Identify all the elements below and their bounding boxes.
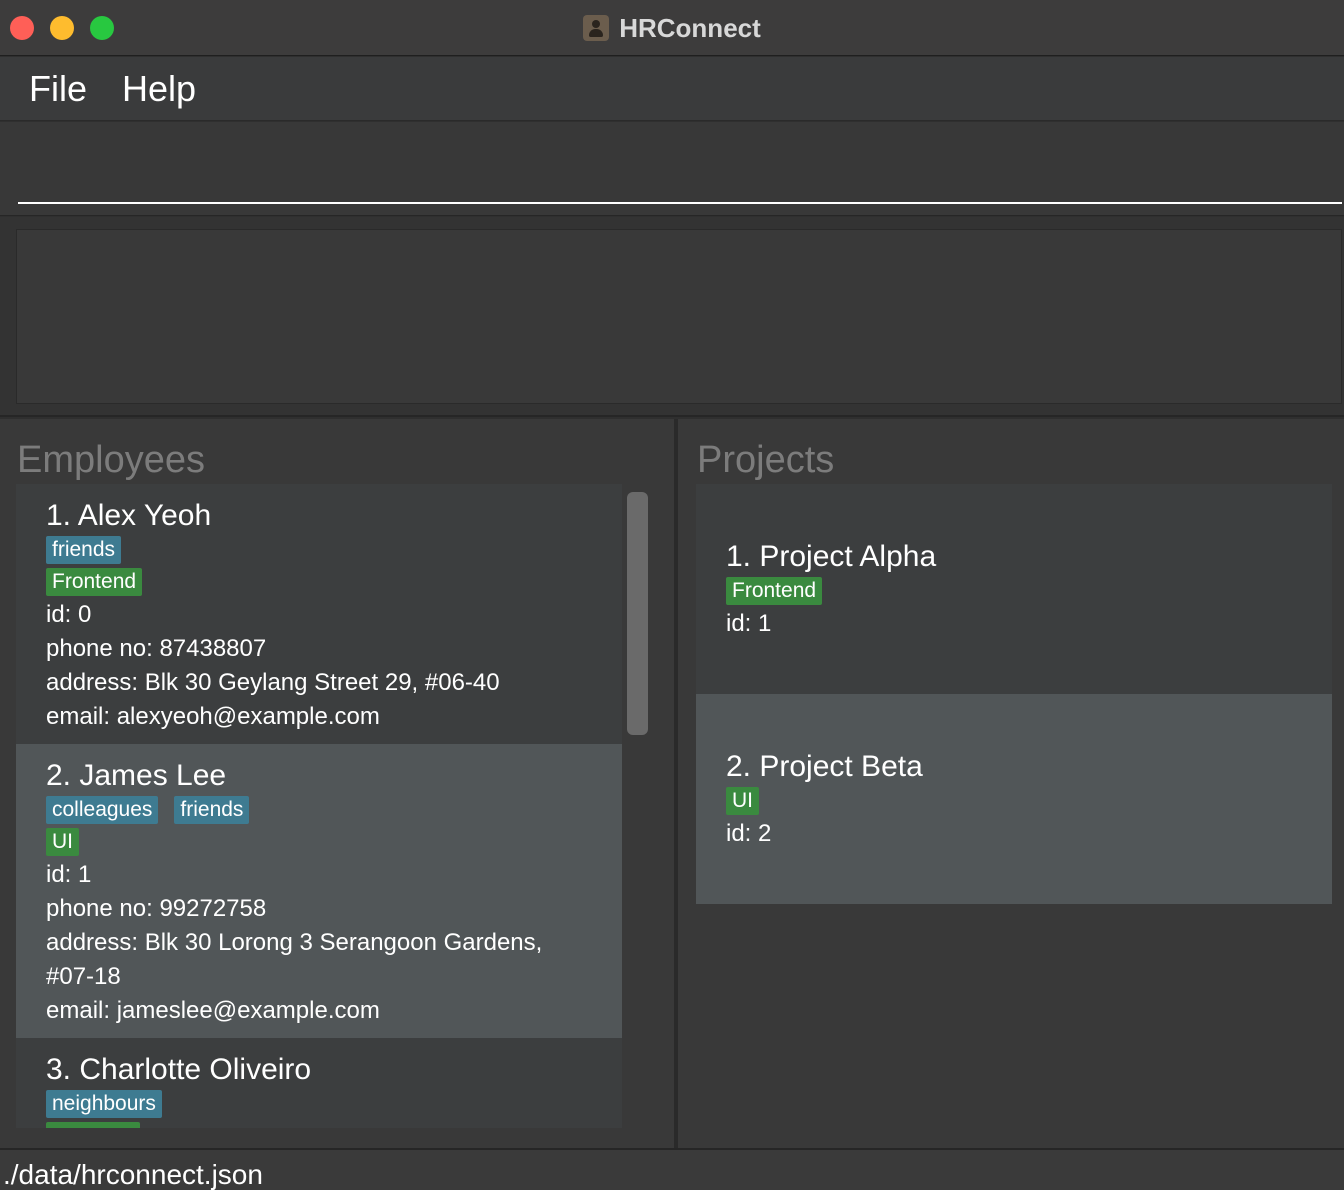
status-bar: ./data/hrconnect.json	[0, 1148, 1344, 1190]
employee-email: email: jameslee@example.com	[46, 997, 380, 1024]
role-label	[46, 1122, 140, 1128]
projects-title: Projects	[697, 439, 835, 481]
title-bar: HRConnect	[0, 0, 1344, 56]
employee-name: 1. Alex Yeoh	[46, 499, 212, 532]
employee-address-continued: #07-18	[46, 963, 121, 990]
project-name: 2. Project Beta	[726, 750, 923, 783]
employee-email: email: alexyeoh@example.com	[46, 703, 380, 730]
role-label: Frontend	[46, 568, 143, 596]
employee-list-scrollbar[interactable]	[627, 492, 648, 735]
project-role: Frontend	[726, 577, 1302, 605]
employee-tags: friends	[46, 536, 592, 564]
role-label: UI	[46, 828, 79, 856]
employee-role: UI	[46, 828, 592, 856]
employees-panel: Employees 1. Alex Yeoh friends Frontend …	[0, 419, 674, 1148]
employee-name: 2. James Lee	[46, 759, 227, 792]
employee-name: 3. Charlotte Oliveiro	[46, 1053, 312, 1086]
employee-tags: neighbours	[46, 1090, 592, 1118]
project-id: id: 1	[726, 610, 772, 637]
window-title: HRConnect	[619, 12, 761, 43]
tag-label: neighbours	[46, 1090, 162, 1118]
tag-label: colleagues	[46, 796, 159, 824]
command-input[interactable]	[18, 122, 1342, 204]
project-name: 1. Project Alpha	[726, 540, 937, 573]
employee-card[interactable]: 3. Charlotte Oliveiro neighbours	[16, 1038, 622, 1128]
project-id: id: 2	[726, 820, 772, 847]
window-title-group: HRConnect	[0, 0, 1344, 56]
menu-help[interactable]: Help	[122, 67, 196, 111]
employee-phone: phone no: 87438807	[46, 635, 267, 662]
project-role: UI	[726, 787, 1302, 815]
project-card[interactable]: 2. Project Beta UI id: 2	[696, 694, 1332, 904]
result-display-area	[0, 217, 1344, 417]
project-card[interactable]: 1. Project Alpha Frontend id: 1	[696, 484, 1332, 694]
result-display[interactable]	[16, 229, 1342, 404]
employee-id: id: 0	[46, 601, 92, 628]
role-label: UI	[726, 787, 759, 815]
employee-id: id: 1	[46, 861, 92, 888]
employee-card[interactable]: 2. James Lee colleagues friends UI id: 1…	[16, 744, 622, 1038]
employee-tags: colleagues friends	[46, 796, 592, 824]
employee-address: address: Blk 30 Geylang Street 29, #06-4…	[46, 669, 500, 696]
menu-bar: File Help	[0, 57, 1344, 121]
project-list[interactable]: 1. Project Alpha Frontend id: 1 2. Proje…	[696, 484, 1332, 904]
projects-panel: Projects 1. Project Alpha Frontend id: 1…	[678, 419, 1344, 1148]
app-contact-icon	[583, 15, 610, 41]
employee-list[interactable]: 1. Alex Yeoh friends Frontend id: 0 phon…	[16, 484, 622, 1128]
storage-path: ./data/hrconnect.json	[3, 1159, 263, 1190]
employee-phone: phone no: 99272758	[46, 895, 267, 922]
command-box	[0, 122, 1344, 216]
role-label: Frontend	[726, 577, 823, 605]
employee-role: Frontend	[46, 568, 592, 596]
employee-address: address: Blk 30 Lorong 3 Serangoon Garde…	[46, 929, 543, 956]
tag-label: friends	[174, 796, 250, 824]
employees-title: Employees	[17, 439, 205, 481]
employee-card[interactable]: 1. Alex Yeoh friends Frontend id: 0 phon…	[16, 484, 622, 744]
employee-role	[46, 1122, 592, 1128]
tag-label: friends	[46, 536, 122, 564]
menu-file[interactable]: File	[29, 67, 87, 111]
